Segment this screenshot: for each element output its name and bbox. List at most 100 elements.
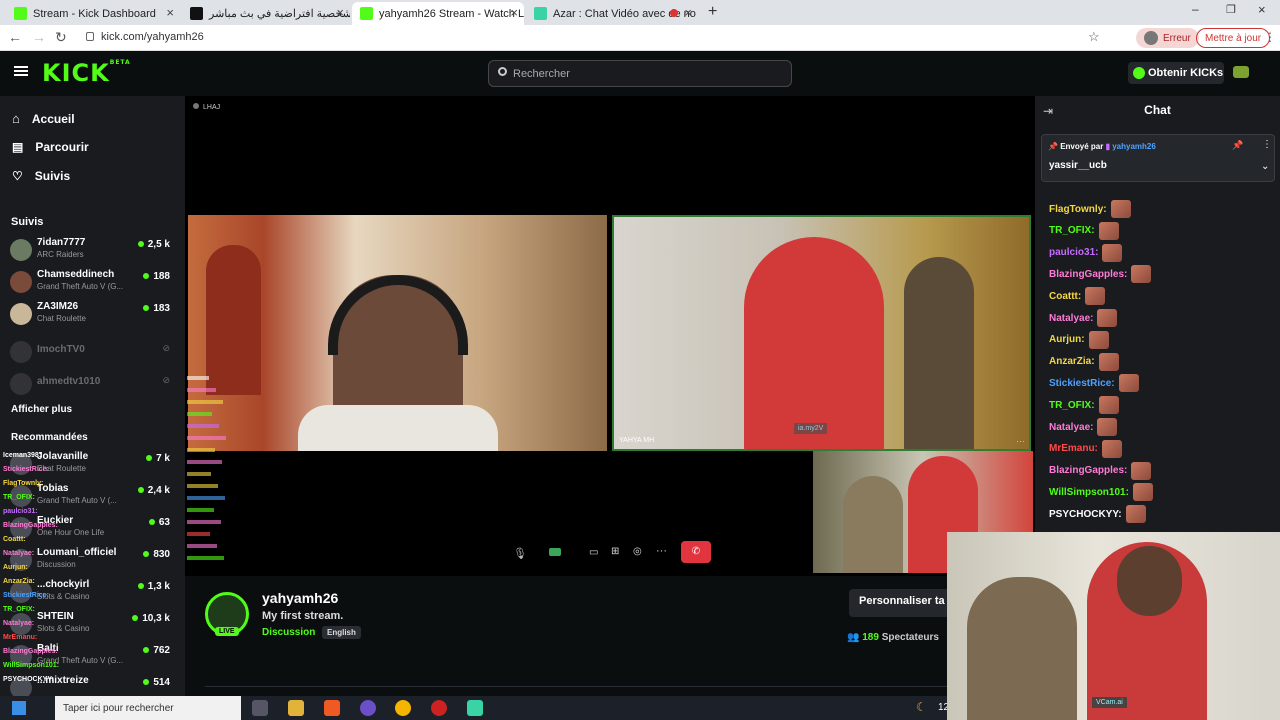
chat-message[interactable]: WillSimpson101: (1049, 483, 1153, 502)
chat-message[interactable]: paulcio31: (1049, 243, 1123, 262)
new-tab-icon[interactable]: + (708, 3, 717, 21)
close-tab-icon[interactable]: × (684, 5, 692, 20)
chat-username[interactable]: AnzarZia: (1049, 356, 1095, 367)
url-text[interactable]: kick.com/yahyamh26 (101, 31, 204, 43)
chat-username[interactable]: paulcio31: (1049, 247, 1098, 258)
chat-username[interactable]: FlagTownly: (1049, 204, 1107, 215)
tab-arabic-stream[interactable]: شخصية افتراضية في بث مباشر | ... × (182, 2, 350, 25)
followed-channel[interactable]: 7idan7777 ARC Raiders 2,5 k (10, 236, 176, 266)
chat-username[interactable]: BlazingGapples: (1049, 269, 1127, 280)
language-tag[interactable]: English (322, 626, 361, 639)
chat-message[interactable]: StickiestRice: (1049, 374, 1139, 393)
update-button[interactable]: Mettre à jour (1196, 28, 1271, 48)
chat-message[interactable]: Coattt: (1049, 287, 1106, 306)
chat-message[interactable]: BlazingGapples: (1049, 265, 1152, 284)
chat-username[interactable]: TR_OFIX: (1049, 225, 1095, 236)
stream-info-panel: LIVE yahyamh26 My first stream. Discussi… (185, 576, 1035, 696)
chat-message[interactable]: TR_OFIX: (1049, 396, 1119, 415)
profile-error-button[interactable]: Erreur (1136, 28, 1199, 48)
menu-kebab-icon[interactable]: ⋮ (1264, 30, 1276, 44)
forward-icon[interactable]: → (32, 29, 46, 45)
windows-start-icon[interactable] (12, 701, 26, 715)
grid-layout-icon[interactable]: ⊞ (611, 546, 619, 557)
followed-channel[interactable]: ZA3IM26 Chat Roulette 183 (10, 300, 176, 330)
followed-channel-offline[interactable]: ahmedtv1010 ⊘ (10, 370, 176, 400)
customize-button[interactable]: Personnaliser ta (849, 589, 955, 617)
camera-icon[interactable] (549, 548, 561, 556)
minimize-icon[interactable]: – (1192, 2, 1199, 16)
night-light-icon[interactable]: ☾ (916, 700, 927, 714)
close-tab-icon[interactable]: × (336, 5, 344, 20)
category-link[interactable]: Discussion (262, 627, 315, 638)
end-call-button[interactable]: ✆ (681, 541, 711, 563)
close-tab-icon[interactable]: × (510, 5, 518, 20)
chat-message[interactable]: MrEmanu: (1049, 439, 1122, 458)
chat-message[interactable]: Natalyae: (1049, 418, 1118, 436)
sidebar-item-browse[interactable]: ▤ Parcourir (12, 140, 89, 154)
reload-icon[interactable]: ↻ (55, 29, 67, 46)
chat-message[interactable]: FlagTownly: (1049, 200, 1131, 218)
back-icon[interactable]: ← (8, 29, 22, 45)
sidebar-item-home[interactable]: ⌂ Accueil (12, 111, 75, 126)
video-player[interactable]: LHAJ YAHYA MH ia.my2V ··· 🎙 ▭ ⊞ ◎ ··· ✆ (185, 96, 1035, 576)
chat-username[interactable]: StickiestRice: (1049, 378, 1115, 389)
chat-message[interactable]: Natalyae: (1049, 309, 1118, 327)
chat-username[interactable]: BlazingGapples: (1049, 465, 1127, 476)
chat-message[interactable]: Aurjun: (1049, 330, 1109, 349)
chrome-icon[interactable] (395, 700, 411, 716)
screen-share-icon[interactable]: ▭ (589, 547, 598, 558)
show-more-link[interactable]: Afficher plus (11, 404, 72, 415)
chat-username[interactable]: PSYCHOCKYY: (1049, 509, 1122, 520)
pin-icon[interactable]: 📌 (1232, 140, 1243, 151)
pinned-user: yahyamh26 (1112, 142, 1156, 151)
task-view-icon[interactable] (252, 700, 268, 716)
search-input[interactable]: Rechercher (488, 60, 792, 87)
kebab-icon[interactable]: ⋮ (1262, 139, 1272, 150)
tab-azar[interactable]: Azar : Chat Vidéo avec de no × (526, 2, 698, 25)
pinned-message[interactable]: 📌 Envoyé par ▮ yahyamh26 yassir__ucb 📌 ⋮… (1041, 134, 1275, 182)
emote-icon (1101, 439, 1122, 458)
vcam-app-icon[interactable] (467, 700, 483, 716)
chat-username[interactable]: TR_OFIX: (1049, 400, 1095, 411)
microphone-icon[interactable]: 🎙 (513, 547, 527, 560)
chat-username[interactable]: Coattt: (1049, 291, 1081, 302)
followed-channel-offline[interactable]: ImochTV0 ⊘ (10, 338, 176, 368)
chat-username[interactable]: Natalyae: (1049, 313, 1093, 324)
chat-message[interactable]: AnzarZia: (1049, 352, 1119, 371)
error-label: Erreur (1163, 32, 1191, 44)
recommended-channel[interactable]: Euckier One Hour One Life 63 (10, 514, 176, 544)
recording-dot-icon (670, 9, 678, 17)
close-tab-icon[interactable]: × (166, 5, 174, 20)
followed-channel[interactable]: Chamseddinech Grand Theft Auto V (G... 1… (10, 268, 176, 298)
more-options-icon[interactable]: ··· (656, 545, 667, 557)
effects-icon[interactable]: ◎ (633, 546, 642, 557)
maximize-icon[interactable]: ❐ (1226, 3, 1236, 16)
close-window-icon[interactable]: × (1258, 2, 1266, 17)
chat-message[interactable]: BlazingGapples: (1049, 461, 1152, 480)
site-info-icon[interactable] (86, 32, 94, 41)
obs-recorder-icon[interactable] (431, 700, 447, 716)
user-avatar[interactable] (1233, 66, 1249, 78)
chat-message[interactable]: TR_OFIX: (1049, 221, 1119, 240)
avatar (10, 239, 32, 261)
chat-username[interactable]: Natalyae: (1049, 422, 1093, 433)
brave-browser-icon[interactable] (324, 700, 340, 716)
messenger-icon[interactable] (360, 700, 376, 716)
tab-yahyamh26-stream[interactable]: yahyamh26 Stream - Watch Live × (352, 2, 524, 25)
file-explorer-icon[interactable] (288, 700, 304, 716)
streamer-name[interactable]: yahyamh26 (262, 590, 338, 606)
tab-kick-dashboard[interactable]: Stream - Kick Dashboard × (6, 2, 180, 25)
chat-username[interactable]: MrEmanu: (1049, 443, 1098, 454)
hamburger-menu-icon[interactable] (14, 66, 28, 76)
chat-message[interactable]: PSYCHOCKYY: (1049, 505, 1146, 524)
chat-username[interactable]: WillSimpson101: (1049, 487, 1129, 498)
chevron-down-icon[interactable]: ⌄ (1261, 161, 1269, 172)
recommended-channel[interactable]: Loumani_officiel Discussion 830 (10, 546, 176, 576)
taskbar-search-input[interactable]: Taper ici pour rechercher (55, 696, 241, 720)
get-kicks-button[interactable]: Obtenir KICKs (1128, 62, 1224, 84)
kick-logo[interactable]: KICKBETA (42, 59, 131, 87)
bookmark-star-icon[interactable]: ☆ (1088, 29, 1100, 45)
chat-username[interactable]: Aurjun: (1049, 334, 1085, 345)
tile-more-icon[interactable]: ··· (1016, 436, 1025, 446)
sidebar-item-following[interactable]: ♡ Suivis (12, 169, 70, 183)
